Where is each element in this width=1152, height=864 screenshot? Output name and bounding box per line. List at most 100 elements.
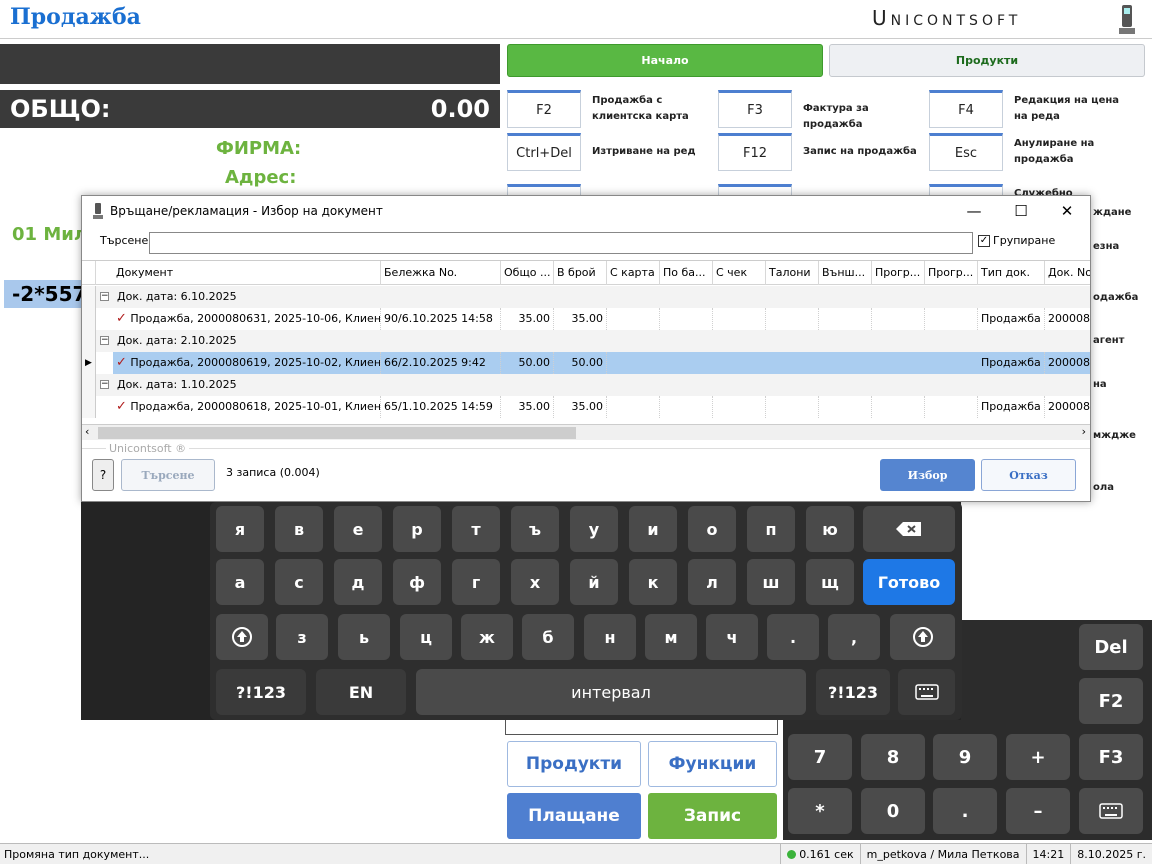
maximize-icon[interactable]: ☐ — [1009, 200, 1033, 222]
key[interactable]: т — [452, 506, 500, 552]
column-header[interactable]: Бележка No. — [381, 261, 501, 285]
table-row[interactable]: ✓ Продажба, 2000080618, 2025-10-01, Клие… — [82, 396, 1090, 418]
pay-button[interactable]: Плащане — [507, 793, 641, 839]
group-header[interactable]: − Док. дата: 2.10.2025 — [82, 330, 1090, 352]
key[interactable]: в — [275, 506, 323, 552]
search-input[interactable] — [149, 232, 973, 254]
key[interactable]: з — [276, 614, 328, 660]
grouping-checkbox[interactable]: ✓ Групиране — [978, 234, 1055, 247]
column-header[interactable]: Док. No — [1045, 261, 1090, 285]
key[interactable]: щ — [806, 559, 854, 605]
column-header[interactable]: Талони — [766, 261, 819, 285]
help-icon[interactable]: ? — [92, 459, 114, 491]
key[interactable]: ш — [747, 559, 795, 605]
functions-button[interactable]: Функции — [648, 741, 777, 787]
f3-key[interactable]: F3 — [718, 90, 792, 128]
column-header[interactable]: По ба... — [660, 261, 713, 285]
keyboard-icon[interactable] — [1079, 788, 1143, 834]
column-header[interactable]: Прогр... — [925, 261, 978, 285]
keyboard-hide-key[interactable] — [898, 669, 955, 715]
numpad-f2[interactable]: F2 — [1079, 678, 1143, 724]
key[interactable]: ю — [806, 506, 854, 552]
table-row[interactable]: ✓ Продажба, 2000080631, 2025-10-06, Клие… — [82, 308, 1090, 330]
tab-start[interactable]: Начало — [507, 44, 823, 77]
key[interactable]: а — [216, 559, 264, 605]
collapse-icon[interactable]: − — [100, 336, 109, 345]
group-header[interactable]: − Док. дата: 6.10.2025 — [82, 286, 1090, 308]
backspace-key[interactable] — [863, 506, 955, 552]
checkbox-icon[interactable]: ✓ — [978, 234, 990, 247]
key[interactable]: . — [767, 614, 819, 660]
group-header[interactable]: − Док. дата: 1.10.2025 — [82, 374, 1090, 396]
key[interactable]: ъ — [511, 506, 559, 552]
scrollbar-thumb[interactable] — [98, 427, 576, 439]
key[interactable]: и — [629, 506, 677, 552]
choose-button[interactable]: Избор — [880, 459, 975, 491]
key[interactable]: у — [570, 506, 618, 552]
numpad-f3[interactable]: F3 — [1079, 734, 1143, 780]
collapse-icon[interactable]: − — [100, 292, 109, 301]
products-button[interactable]: Продукти — [507, 741, 641, 787]
minimize-icon[interactable]: — — [962, 200, 986, 222]
key[interactable]: г — [452, 559, 500, 605]
key[interactable]: н — [584, 614, 636, 660]
column-header[interactable]: Прогр... — [872, 261, 925, 285]
scroll-right-icon[interactable]: › — [1082, 425, 1086, 438]
f4-key[interactable]: F4 — [929, 90, 1003, 128]
shift-key[interactable] — [890, 614, 955, 660]
column-header[interactable]: Документ — [113, 261, 381, 285]
save-button[interactable]: Запис — [648, 793, 777, 839]
key[interactable]: х — [511, 559, 559, 605]
column-header[interactable]: В брой — [554, 261, 607, 285]
key[interactable]: я — [216, 506, 264, 552]
language-key[interactable]: EN — [316, 669, 406, 715]
key[interactable]: р — [393, 506, 441, 552]
ctrl-del-key[interactable]: Ctrl+Del — [507, 133, 581, 171]
key[interactable]: , — [828, 614, 880, 660]
key[interactable]: ж — [461, 614, 513, 660]
key[interactable]: ч — [706, 614, 758, 660]
tab-products[interactable]: Продукти — [829, 44, 1145, 77]
cancel-button[interactable]: Отказ — [981, 459, 1076, 491]
horizontal-scrollbar[interactable]: ‹ › — [82, 424, 1090, 440]
space-key[interactable]: интервал — [416, 669, 806, 715]
collapse-icon[interactable]: − — [100, 380, 109, 389]
key[interactable]: п — [747, 506, 795, 552]
numpad-del[interactable]: Del — [1079, 624, 1143, 670]
column-header[interactable]: Тип док. — [978, 261, 1045, 285]
key[interactable]: е — [334, 506, 382, 552]
key[interactable]: о — [688, 506, 736, 552]
esc-key[interactable]: Esc — [929, 133, 1003, 171]
numpad-7[interactable]: 7 — [788, 734, 852, 780]
key[interactable]: с — [275, 559, 323, 605]
key[interactable]: б — [522, 614, 574, 660]
shift-key[interactable] — [216, 614, 268, 660]
symbols-key[interactable]: ?!123 — [816, 669, 890, 715]
f12-key[interactable]: F12 — [718, 133, 792, 171]
numpad-plus[interactable]: + — [1006, 734, 1070, 780]
numpad-8[interactable]: 8 — [861, 734, 925, 780]
symbols-key[interactable]: ?!123 — [216, 669, 306, 715]
column-header[interactable]: Външ... — [819, 261, 872, 285]
key[interactable]: ц — [400, 614, 452, 660]
table-row-selected[interactable]: ▶ ✓ Продажба, 2000080619, 2025-10-02, Кл… — [82, 352, 1090, 374]
key[interactable]: л — [688, 559, 736, 605]
key[interactable]: д — [334, 559, 382, 605]
key[interactable]: ь — [338, 614, 390, 660]
quantity-entry[interactable]: -2*557 — [4, 280, 86, 308]
column-header[interactable]: С карта — [607, 261, 660, 285]
done-key[interactable]: Готово — [863, 559, 955, 605]
key[interactable]: й — [570, 559, 618, 605]
numpad-dot[interactable]: . — [933, 788, 997, 834]
key[interactable]: к — [629, 559, 677, 605]
numpad-minus[interactable]: – — [1006, 788, 1070, 834]
scroll-left-icon[interactable]: ‹ — [85, 425, 89, 438]
close-icon[interactable]: ✕ — [1055, 200, 1079, 222]
f2-key[interactable]: F2 — [507, 90, 581, 128]
numpad-0[interactable]: 0 — [861, 788, 925, 834]
key[interactable]: ф — [393, 559, 441, 605]
key[interactable]: м — [645, 614, 697, 660]
numpad-multiply[interactable]: * — [788, 788, 852, 834]
column-header[interactable]: С чек — [713, 261, 766, 285]
numpad-9[interactable]: 9 — [933, 734, 997, 780]
